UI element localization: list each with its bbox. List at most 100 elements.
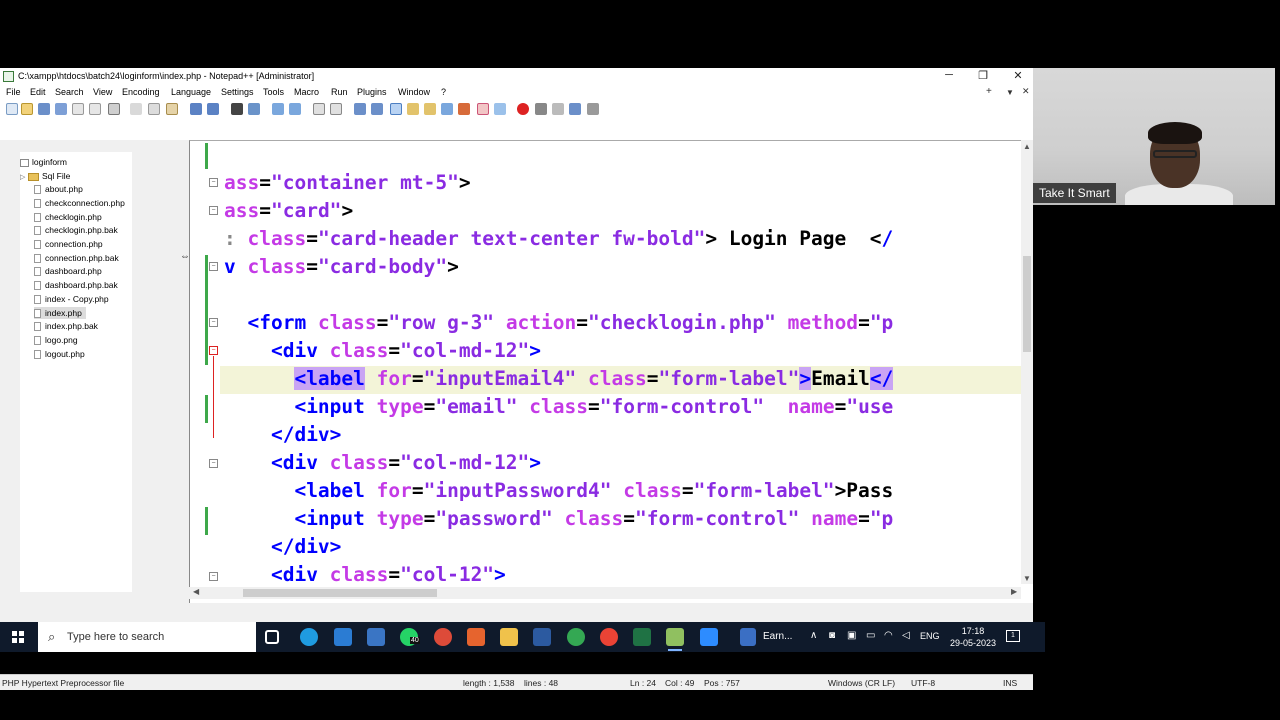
stop-macro-icon[interactable] [535,103,547,115]
network-icon[interactable]: ◙ [829,630,835,641]
chrome-profile2-icon[interactable] [600,628,618,646]
play-macro-icon[interactable] [552,103,564,115]
menu-view[interactable]: View [93,87,112,97]
monitoring-icon[interactable] [477,103,489,115]
battery-icon[interactable]: ▭ [866,630,875,641]
tree-file[interactable]: index - Copy.php [34,293,109,305]
indent-guide-icon[interactable] [390,103,402,115]
status-eol[interactable]: Windows (CR LF) [828,678,895,688]
tree-file[interactable]: logout.php [34,348,85,360]
menu-settings[interactable]: Settings [221,87,254,97]
earn-app-label[interactable]: Earn... [763,631,792,642]
word-wrap-icon[interactable] [354,103,366,115]
tray-app-icon[interactable]: ▣ [847,630,856,641]
windows-start-icon[interactable] [12,631,24,643]
run-macro-multiple-icon[interactable] [569,103,581,115]
notification-icon[interactable]: 1 [1006,630,1020,642]
store-icon[interactable] [367,628,385,646]
close-tab-icon[interactable]: ✕ [1022,86,1030,97]
vertical-scrollbar[interactable]: ▲ ▼ [1021,140,1033,584]
replace-icon[interactable] [248,103,260,115]
language-indicator[interactable]: ENG [920,631,940,641]
tree-file[interactable]: about.php [34,183,83,195]
tab-list-icon[interactable]: ▼ [1006,88,1014,97]
zoom-in-icon[interactable] [272,103,284,115]
close-all-icon[interactable] [89,103,101,115]
doc-map-icon[interactable] [424,103,436,115]
tree-file[interactable]: checklogin.php.bak [34,224,118,236]
menu-plugins[interactable]: Plugins [357,87,387,97]
save-icon[interactable] [38,103,50,115]
cut-icon[interactable] [130,103,142,115]
record-macro-icon[interactable] [517,103,529,115]
find-icon[interactable] [231,103,243,115]
edge-icon[interactable] [300,628,318,646]
taskbar-search[interactable]: ⌕ Type here to search [38,622,256,652]
chrome-icon[interactable] [434,628,452,646]
folder-as-workspace-icon[interactable] [458,103,470,115]
fold-marker[interactable]: − [209,262,218,271]
task-view-icon[interactable] [265,630,279,644]
zoom-icon[interactable] [700,628,718,646]
fold-marker[interactable]: − [209,206,218,215]
tree-file[interactable]: logo.png [34,334,78,346]
mail-icon[interactable] [334,628,352,646]
copy-icon[interactable] [148,103,160,115]
save-macro-icon[interactable] [587,103,599,115]
calculator-icon[interactable] [533,628,551,646]
restore-button[interactable]: ❐ [975,69,991,82]
excel-icon[interactable] [633,628,651,646]
paste-icon[interactable] [166,103,178,115]
fold-marker[interactable]: − [209,572,218,581]
save-all-icon[interactable] [55,103,67,115]
undo-icon[interactable] [190,103,202,115]
wifi-icon[interactable]: ◠ [884,630,893,641]
close-file-icon[interactable] [72,103,84,115]
scroll-down-icon[interactable]: ▼ [1023,574,1031,583]
tree-file[interactable]: dashboard.php.bak [34,279,118,291]
scrollbar-thumb[interactable] [1023,256,1031,352]
menu-tools[interactable]: Tools [263,87,284,97]
fold-marker[interactable]: − [209,318,218,327]
menu-encoding[interactable]: Encoding [122,87,160,97]
scroll-left-icon[interactable]: ◀ [193,587,199,596]
document-icon[interactable] [740,628,756,646]
menu-edit[interactable]: Edit [30,87,46,97]
menu-file[interactable]: File [6,87,21,97]
menu-macro[interactable]: Macro [294,87,319,97]
code-editor[interactable]: − − − − − − − ass="container mt-5"> ass=… [189,140,1033,603]
xampp-icon[interactable] [467,628,485,646]
fold-marker[interactable]: − [209,459,218,468]
minimize-button[interactable]: ─ [941,69,957,81]
menu-search[interactable]: Search [55,87,84,97]
tree-file[interactable]: index.php.bak [34,320,98,332]
close-button[interactable]: ✕ [1010,69,1026,82]
udl-icon[interactable] [407,103,419,115]
sync-horizontal-icon[interactable] [330,103,342,115]
system-clock[interactable]: 17:18 29-05-2023 [950,625,996,649]
file-explorer-icon[interactable] [500,628,518,646]
show-all-chars-icon[interactable] [371,103,383,115]
fold-marker[interactable]: − [209,178,218,187]
tree-file[interactable]: dashboard.php [34,265,102,277]
menu-help[interactable]: ? [441,87,446,97]
redo-icon[interactable] [207,103,219,115]
status-encoding[interactable]: UTF-8 [911,678,935,688]
tree-file[interactable]: connection.php.bak [34,252,119,264]
notepadpp-taskbar-icon[interactable] [666,628,684,651]
new-tab-icon[interactable]: + [986,86,992,97]
scrollbar-thumb[interactable] [243,589,437,597]
tree-root[interactable]: loginform [20,156,67,168]
volume-icon[interactable]: ◁ [902,630,910,641]
code-area[interactable]: ass="container mt-5"> ass="card"> : clas… [224,141,1024,603]
horizontal-scrollbar[interactable]: ◀ ▶ [189,587,1021,599]
tree-file[interactable]: connection.php [34,238,103,250]
open-file-icon[interactable] [21,103,33,115]
chrome-profile-icon[interactable] [567,628,585,646]
preview-icon[interactable] [494,103,506,115]
tree-file[interactable]: checkconnection.php [34,197,125,209]
tree-file[interactable]: checklogin.php [34,211,102,223]
menu-run[interactable]: Run [331,87,348,97]
show-hidden-icons[interactable]: ∧ [810,630,817,641]
whatsapp-icon[interactable]: 40 [400,628,420,646]
